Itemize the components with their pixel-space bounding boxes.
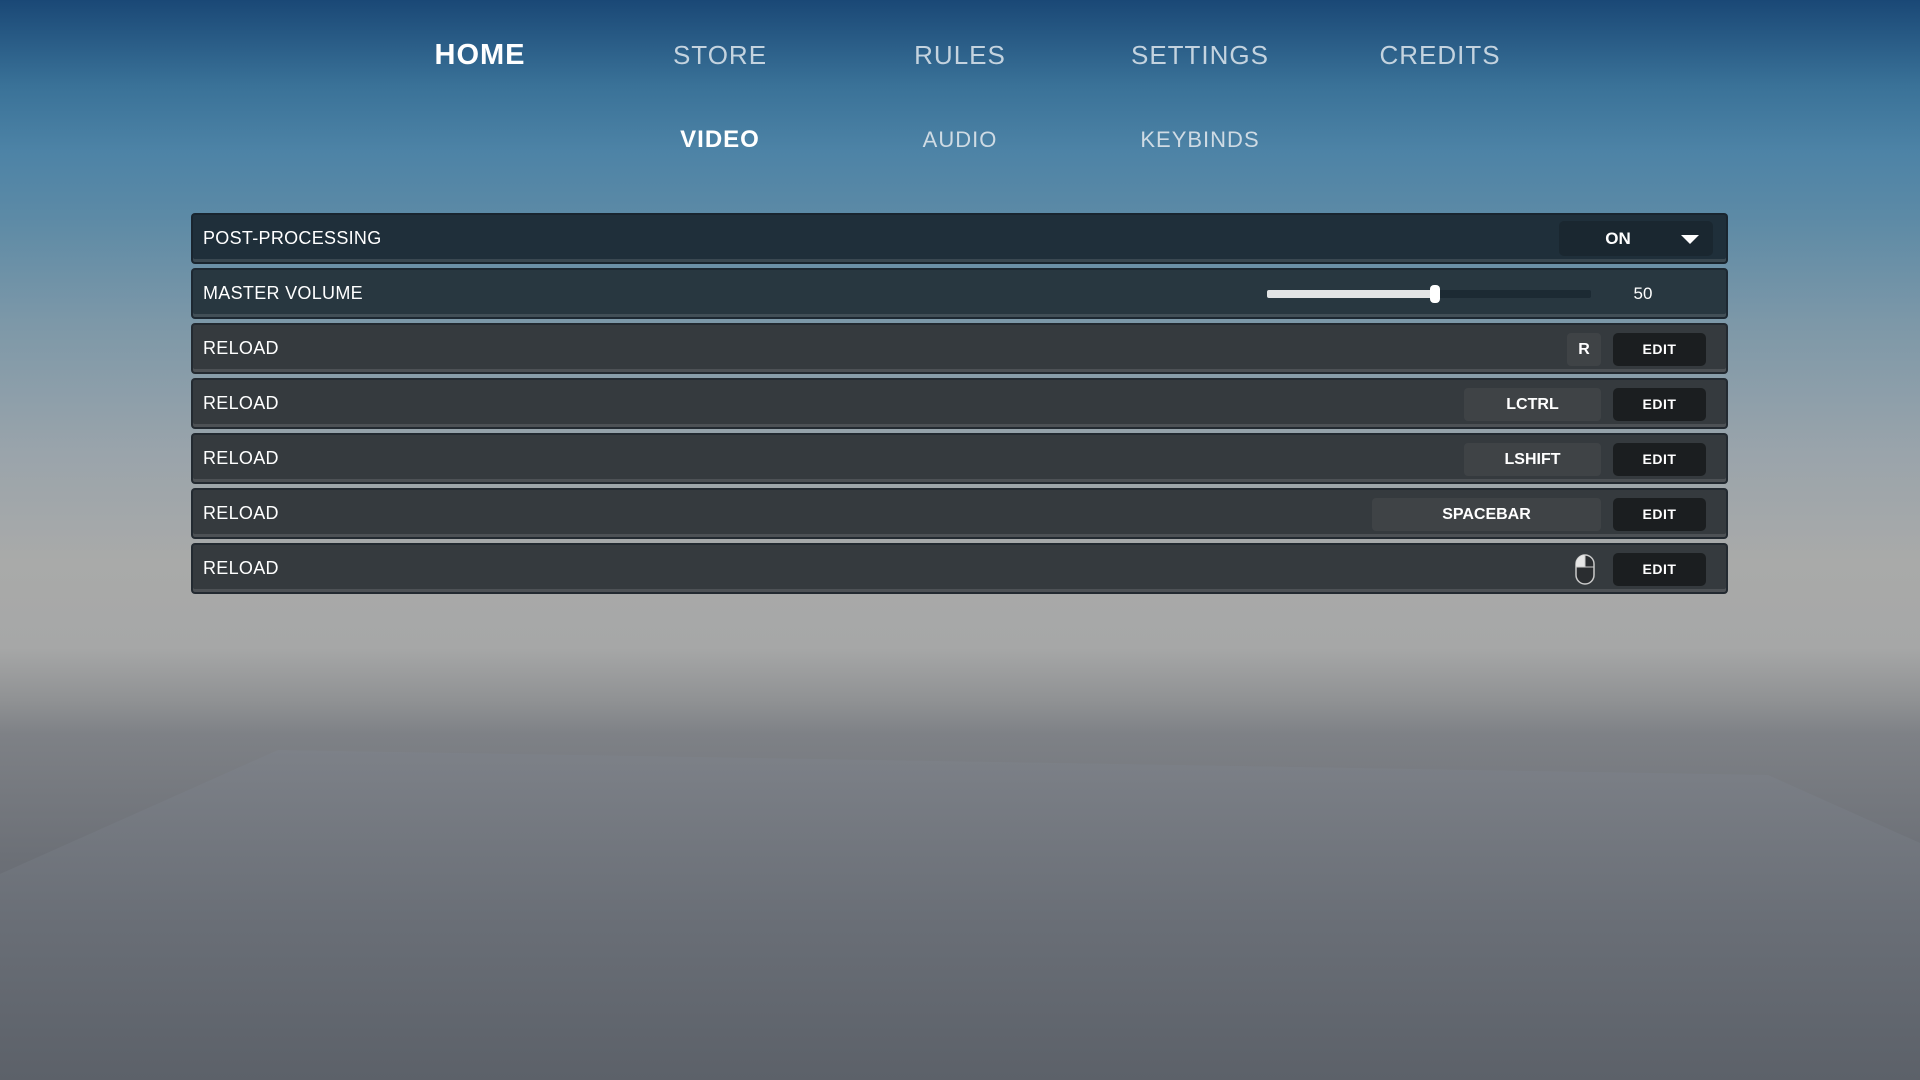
keybind-row: RELOAD LCTRL EDIT <box>191 378 1728 429</box>
keybind-label: RELOAD <box>203 558 279 578</box>
key-chip: LCTRL <box>1464 388 1601 421</box>
tab-settings[interactable]: SETTINGS <box>1080 30 1320 80</box>
volume-value: 50 <box>1633 284 1653 303</box>
key-chip: LSHIFT <box>1464 443 1601 476</box>
edit-button[interactable]: EDIT <box>1613 553 1706 586</box>
setting-row-master-volume: MASTER VOLUME 50 <box>191 268 1728 319</box>
keybind-label: RELOAD <box>203 338 279 358</box>
edit-button[interactable]: EDIT <box>1613 498 1706 531</box>
edit-button[interactable]: EDIT <box>1613 388 1706 421</box>
keybind-label: RELOAD <box>203 503 279 523</box>
keybind-row: RELOAD EDIT <box>191 543 1728 594</box>
keybind-row: RELOAD R EDIT <box>191 323 1728 374</box>
key-chip: R <box>1567 333 1601 366</box>
tab-credits[interactable]: CREDITS <box>1320 30 1560 80</box>
keybind-row: RELOAD SPACEBAR EDIT <box>191 488 1728 539</box>
key-chip: SPACEBAR <box>1372 498 1601 531</box>
edit-button[interactable]: EDIT <box>1613 333 1706 366</box>
tab-video[interactable]: VIDEO <box>600 118 840 162</box>
setting-label: MASTER VOLUME <box>203 283 363 303</box>
setting-label: POST-PROCESSING <box>203 228 382 248</box>
mouse-left-click-icon <box>1569 553 1601 586</box>
main-nav: HOME STORE RULES SETTINGS CREDITS <box>0 30 1920 80</box>
keybind-label: RELOAD <box>203 393 279 413</box>
settings-subnav: VIDEO AUDIO KEYBINDS <box>0 118 1920 162</box>
master-volume-slider[interactable] <box>1267 285 1591 303</box>
tab-audio[interactable]: AUDIO <box>840 118 1080 162</box>
settings-list: POST-PROCESSING ON MASTER VOLUME 50 RELO… <box>191 213 1728 598</box>
tab-rules[interactable]: RULES <box>840 30 1080 80</box>
chevron-down-icon <box>1681 235 1699 244</box>
keybind-label: RELOAD <box>203 448 279 468</box>
tab-home[interactable]: HOME <box>360 30 600 80</box>
slider-handle[interactable] <box>1430 285 1440 303</box>
setting-row-post-processing: POST-PROCESSING ON <box>191 213 1728 264</box>
keybind-row: RELOAD LSHIFT EDIT <box>191 433 1728 484</box>
post-processing-dropdown[interactable]: ON <box>1559 221 1713 256</box>
tab-store[interactable]: STORE <box>600 30 840 80</box>
slider-fill <box>1267 290 1435 298</box>
tab-keybinds[interactable]: KEYBINDS <box>1080 118 1320 162</box>
edit-button[interactable]: EDIT <box>1613 443 1706 476</box>
dropdown-selected-value: ON <box>1605 229 1631 248</box>
